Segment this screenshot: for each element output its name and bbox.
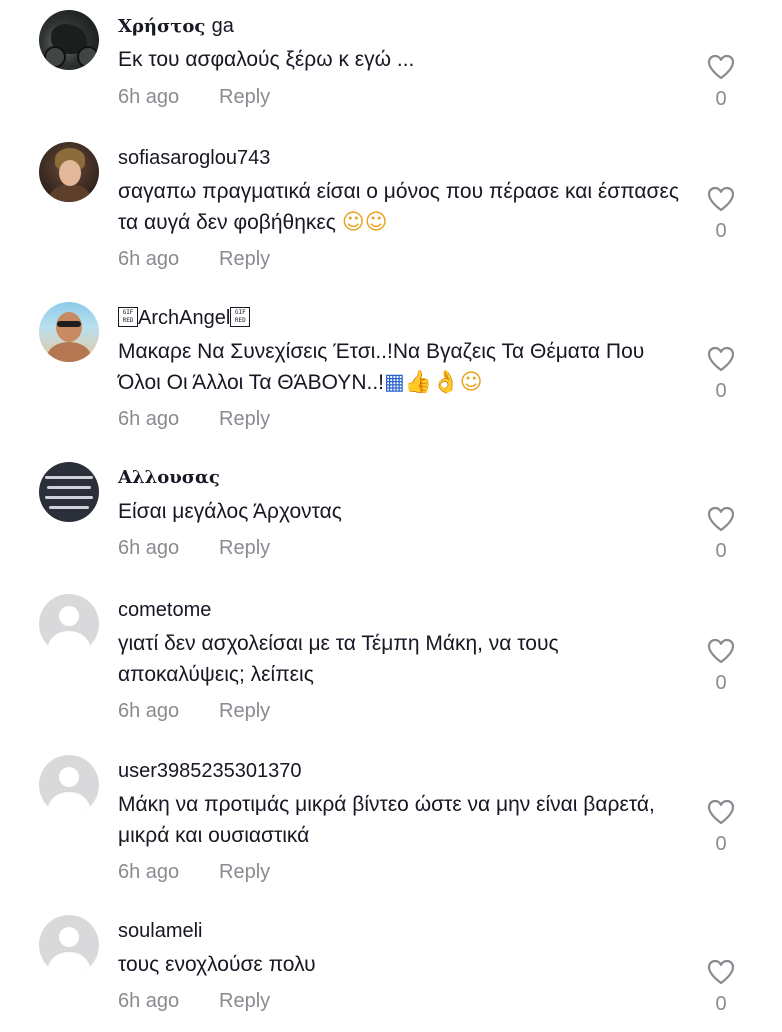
like-button[interactable]: 0: [700, 506, 742, 562]
like-count: 0: [715, 380, 727, 402]
comment-text: Εκ του ασφαλούς ξέρω κ εγώ ...: [118, 48, 415, 71]
reply-button[interactable]: Reply: [219, 861, 270, 883]
like-button[interactable]: 0: [700, 638, 742, 694]
like-button[interactable]: 0: [700, 186, 742, 242]
comment-text: τους ενοχλούσε πολυ: [118, 953, 316, 976]
comment-time: 6h ago: [118, 537, 180, 559]
comment-text: γιατί δεν ασχολείσαι με τα Τέμπη Μάκη, ν…: [118, 632, 559, 686]
heart-outline-icon[interactable]: [707, 346, 735, 372]
heart-outline-icon[interactable]: [707, 54, 735, 80]
comment-username[interactable]: cometome: [118, 598, 211, 622]
comment-time: 6h ago: [118, 861, 180, 883]
like-count: 0: [715, 993, 727, 1015]
comment-time: 6h ago: [118, 86, 180, 108]
greek-flag-emoji: ▦: [384, 370, 405, 395]
like-count: 0: [715, 220, 727, 242]
heart-outline-icon[interactable]: [707, 186, 735, 212]
smiling-hearts-emoji: ☺☺: [341, 210, 388, 235]
comment-username[interactable]: user3985235301370: [118, 759, 302, 783]
comment-username[interactable]: GIF RED ArchAngel GIF RED: [118, 306, 251, 330]
comment-time: 6h ago: [118, 700, 180, 722]
avatar[interactable]: [39, 462, 99, 522]
comment-username[interactable]: soulameli: [118, 919, 202, 943]
like-count: 0: [715, 833, 727, 855]
reply-button[interactable]: Reply: [219, 537, 270, 559]
comment-text: Είσαι μεγάλος Άρχοντας: [118, 500, 342, 523]
comment-meta: 6h ago Reply: [118, 85, 270, 109]
reply-button[interactable]: Reply: [219, 990, 270, 1012]
username-text: ArchAngel: [138, 307, 231, 329]
default-avatar-icon[interactable]: [39, 594, 99, 654]
like-button[interactable]: 0: [700, 959, 742, 1015]
comment-username[interactable]: Αλλουσας: [118, 466, 220, 490]
default-avatar-icon[interactable]: [39, 915, 99, 975]
heart-outline-icon[interactable]: [707, 799, 735, 825]
comment-username[interactable]: Χρήστος ga: [118, 14, 234, 39]
comment-time: 6h ago: [118, 408, 180, 430]
like-count: 0: [715, 540, 727, 562]
comment-time: 6h ago: [118, 990, 180, 1012]
reply-button[interactable]: Reply: [219, 86, 270, 108]
gif-badge-icon: GIF RED: [230, 306, 251, 327]
avatar[interactable]: [39, 142, 99, 202]
gif-badge-icon: GIF RED: [118, 306, 138, 327]
comment-text-body: σαγαπω πραγματικά είσαι ο μόνος που πέρα…: [118, 180, 679, 234]
heart-outline-icon[interactable]: [707, 959, 735, 985]
like-button[interactable]: 0: [700, 54, 742, 110]
avatar[interactable]: [39, 10, 99, 70]
comment-meta: 6h ago Reply: [118, 989, 270, 1013]
reply-button[interactable]: Reply: [219, 700, 270, 722]
comment-text-body: Μακαρε Να Συνεχίσεις Έτσι..!Να Βγαζεις Τ…: [118, 340, 645, 394]
like-button[interactable]: 0: [700, 799, 742, 855]
comment-meta: 6h ago Reply: [118, 247, 270, 271]
comment-meta: 6h ago Reply: [118, 407, 270, 431]
comment-text: Μάκη να προτιμάς μικρά βίντεο ώστε να μη…: [118, 793, 655, 847]
username-suffix: ga: [211, 15, 234, 37]
like-count: 0: [715, 672, 727, 694]
comment-text: σαγαπω πραγματικά είσαι ο μόνος που πέρα…: [118, 176, 688, 238]
heart-outline-icon[interactable]: [707, 506, 735, 532]
avatar[interactable]: [39, 302, 99, 362]
comment-meta: 6h ago Reply: [118, 699, 270, 723]
heart-outline-icon[interactable]: [707, 638, 735, 664]
comment-username[interactable]: sofiasaroglou743: [118, 146, 270, 170]
comment-time: 6h ago: [118, 248, 180, 270]
reply-button[interactable]: Reply: [219, 248, 270, 270]
comment-meta: 6h ago Reply: [118, 536, 270, 560]
username-text: Χρήστος: [118, 16, 206, 37]
like-button[interactable]: 0: [700, 346, 742, 402]
comment-text: Μακαρε Να Συνεχίσεις Έτσι..!Να Βγαζεις Τ…: [118, 336, 688, 398]
reply-button[interactable]: Reply: [219, 408, 270, 430]
like-count: 0: [715, 88, 727, 110]
thumbs-ok-smile-emoji: 👍👌☺: [404, 370, 483, 395]
default-avatar-icon[interactable]: [39, 755, 99, 815]
comment-meta: 6h ago Reply: [118, 860, 270, 884]
